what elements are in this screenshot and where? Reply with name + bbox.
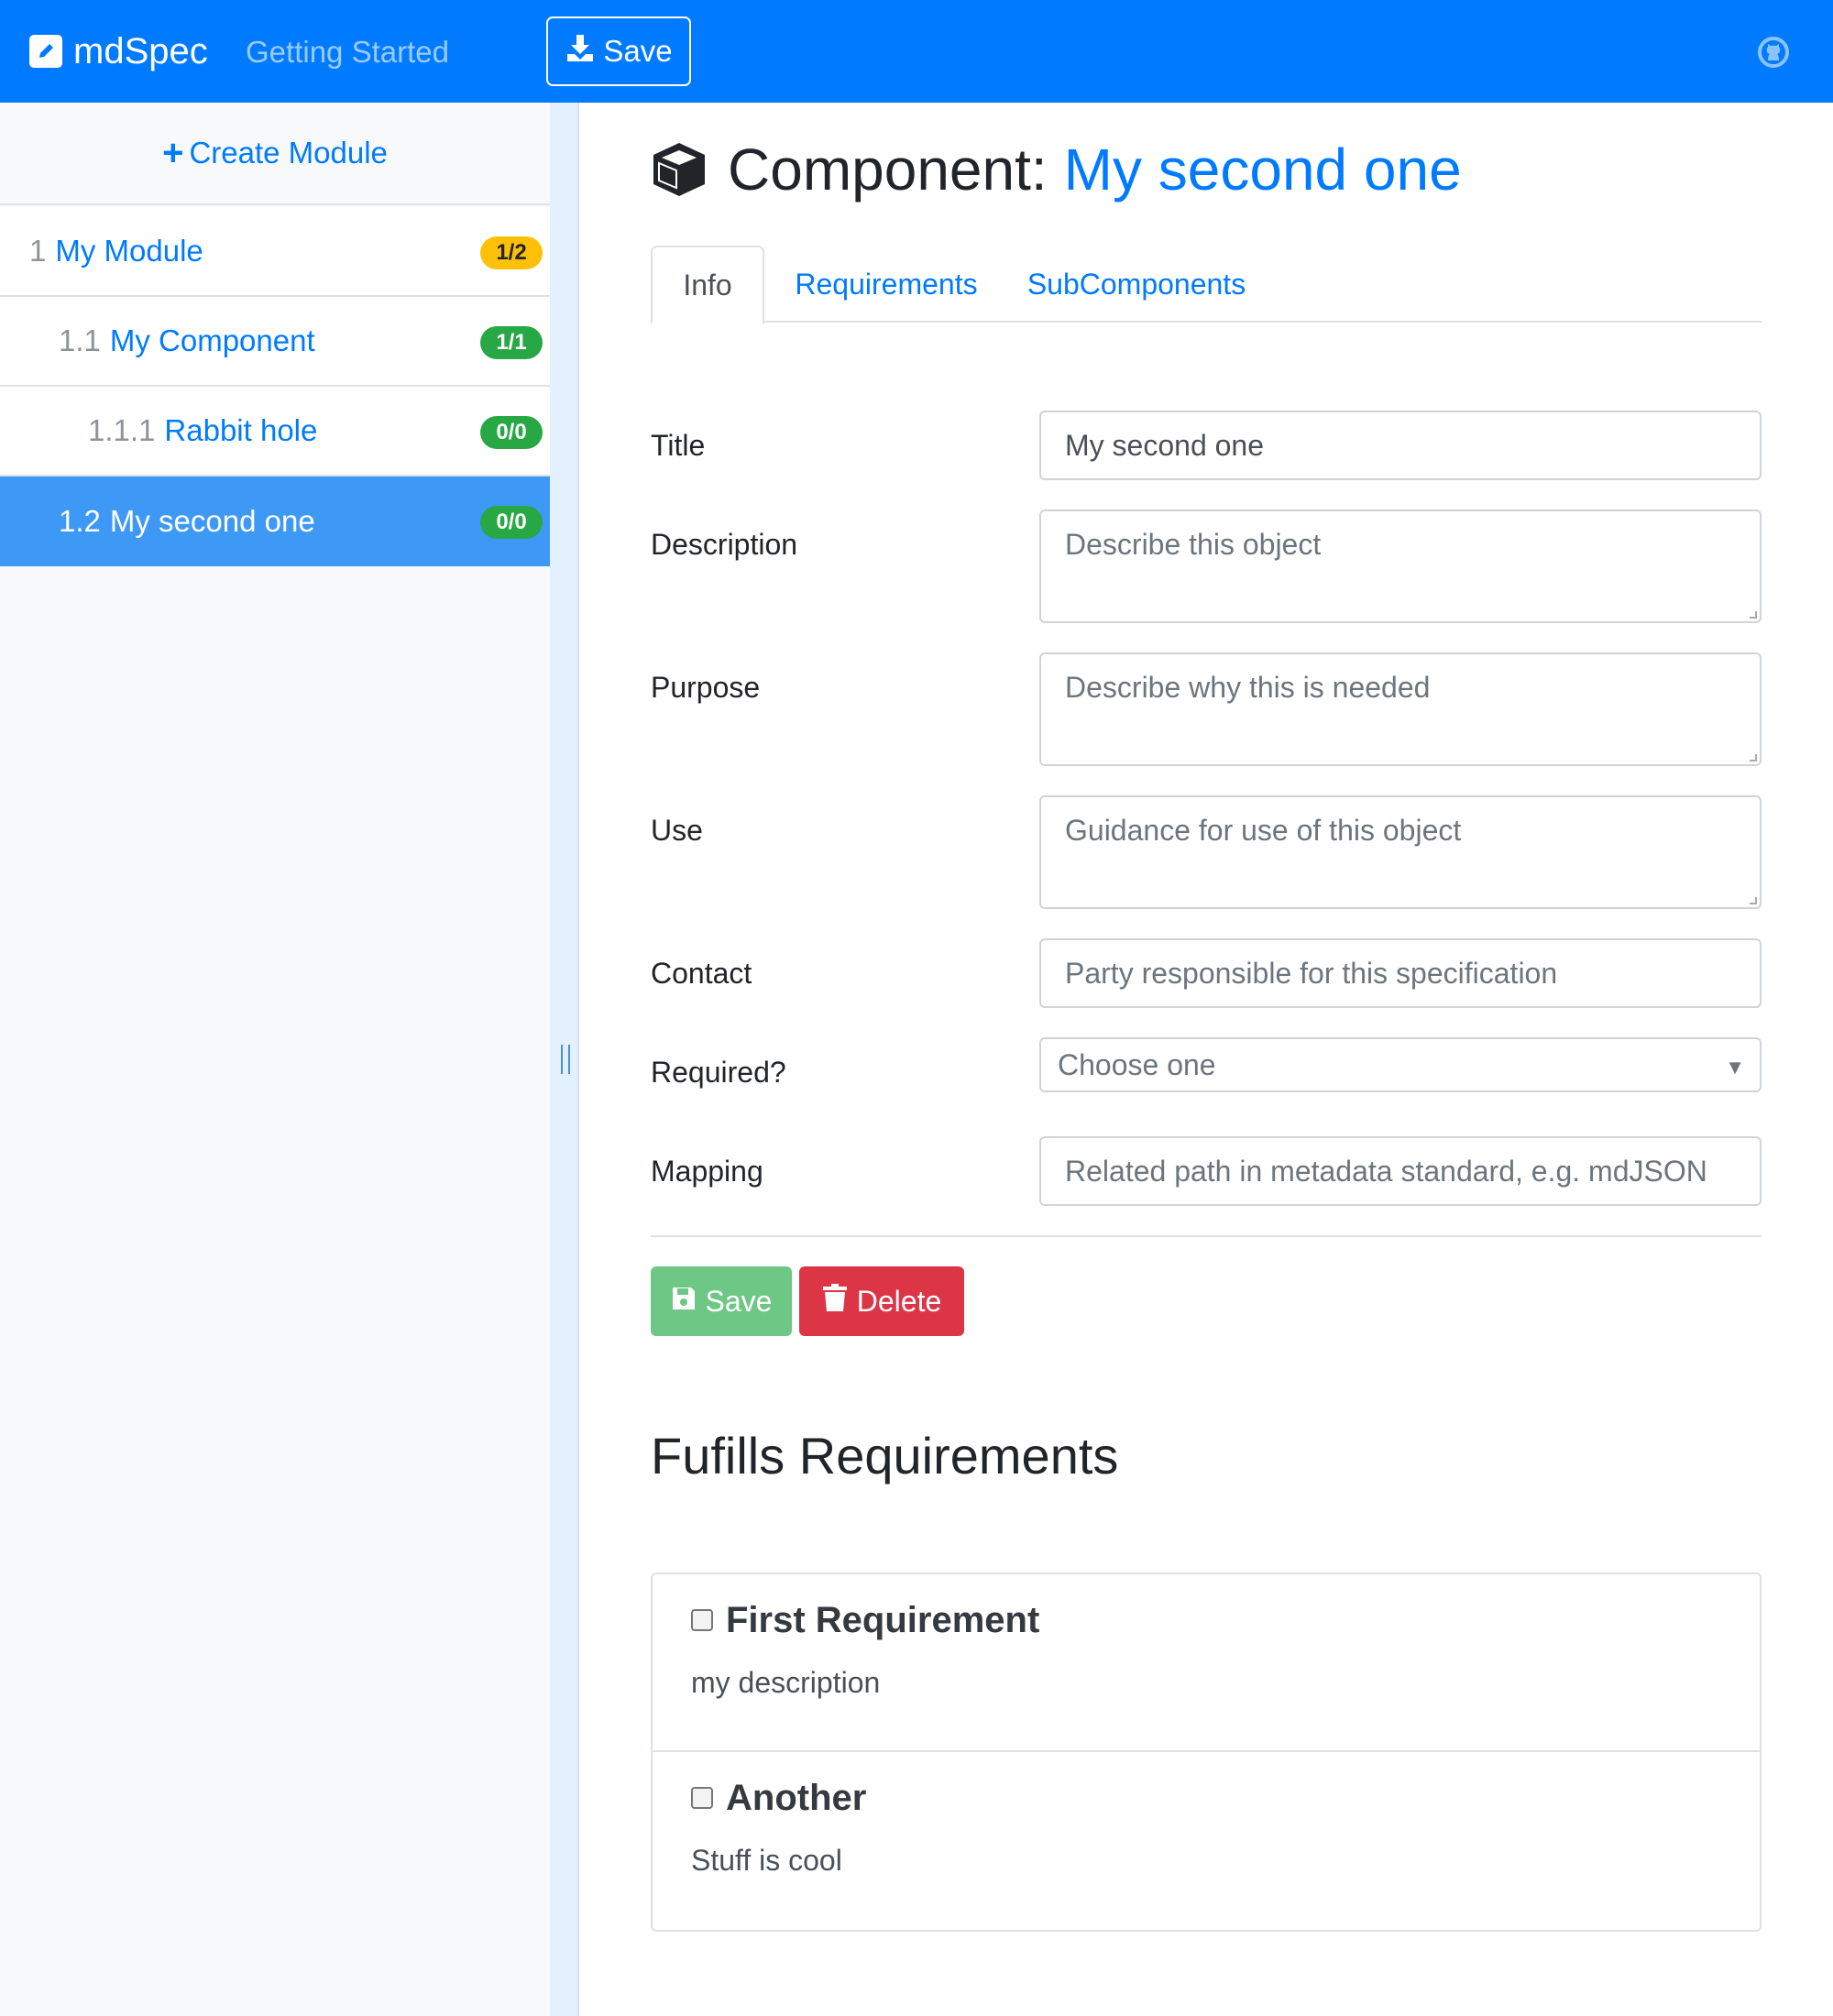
tree-item-number: 1 xyxy=(29,234,47,268)
contact-input[interactable]: Party responsible for this specification xyxy=(1039,938,1762,1008)
title-label: Title xyxy=(651,429,706,462)
tree-item-label: My Component xyxy=(109,323,315,357)
top-navbar: mdSpec Getting Started Save xyxy=(0,0,1833,103)
tab-subcomponents[interactable]: SubComponents xyxy=(1025,246,1248,323)
progress-badge: 0/0 xyxy=(480,506,543,539)
use-placeholder: Guidance for use of this object xyxy=(1065,814,1462,847)
save-button[interactable]: Save xyxy=(651,1266,792,1336)
top-save-button[interactable]: Save xyxy=(546,16,691,86)
tree-item-my-component[interactable]: 1.1 My Component 1/1 xyxy=(0,297,550,387)
pencil-square-icon xyxy=(29,35,62,68)
delete-button-label: Delete xyxy=(856,1284,942,1318)
sidebar: + Create Module 1 My Module 1/2 1.1 My C… xyxy=(0,103,550,2016)
save-button-label: Save xyxy=(705,1284,773,1318)
requirement-title: Another xyxy=(726,1778,867,1818)
nav-link-getting-started[interactable]: Getting Started xyxy=(246,35,449,70)
brand-name: mdSpec xyxy=(73,30,208,71)
progress-badge: 1/2 xyxy=(480,236,543,269)
tab-requirements[interactable]: Requirements xyxy=(785,246,988,323)
tree-item-number: 1.1 xyxy=(59,323,101,357)
floppy-disk-icon xyxy=(671,1285,697,1319)
download-icon xyxy=(565,32,596,71)
required-label: Required? xyxy=(651,1056,786,1089)
tree-item-label: My second one xyxy=(109,504,315,538)
tree-item-rabbit-hole[interactable]: 1.1.1 Rabbit hole 0/0 xyxy=(0,387,550,477)
contact-label: Contact xyxy=(651,957,752,990)
github-icon[interactable] xyxy=(1758,37,1789,68)
tree-item-label: Rabbit hole xyxy=(164,413,318,447)
caret-down-icon: ▼ xyxy=(1725,1056,1745,1079)
page-title-name: My second one xyxy=(1063,137,1462,203)
brand[interactable]: mdSpec xyxy=(29,26,208,77)
sidebar-resize-handle[interactable] xyxy=(550,103,579,2016)
grip-icon xyxy=(561,1045,570,1074)
page-title: Component: My second one xyxy=(649,128,1462,211)
tree-item-number: 1.1.1 xyxy=(88,413,156,447)
resize-grip-icon[interactable] xyxy=(1750,754,1757,761)
purpose-label: Purpose xyxy=(651,671,761,704)
create-module-label: Create Module xyxy=(189,136,388,170)
form-divider xyxy=(651,1235,1762,1237)
list-item: Another Stuff is cool xyxy=(653,1752,1760,1930)
progress-badge: 1/1 xyxy=(480,326,543,359)
title-input-value: My second one xyxy=(1065,428,1265,462)
requirements-heading: Fufills Requirements xyxy=(651,1427,1119,1485)
create-module-button[interactable]: + Create Module xyxy=(0,103,550,205)
tab-bar: Info Requirements SubComponents xyxy=(651,246,1762,324)
tree-item-label: My Module xyxy=(55,234,203,268)
delete-button[interactable]: Delete xyxy=(799,1266,964,1336)
requirement-description: my description xyxy=(691,1666,881,1699)
plus-icon: + xyxy=(162,132,184,173)
list-item: First Requirement my description xyxy=(653,1574,1760,1752)
use-textarea[interactable]: Guidance for use of this object xyxy=(1039,795,1762,909)
top-save-label: Save xyxy=(603,34,673,68)
requirement-title: First Requirement xyxy=(726,1600,1040,1640)
purpose-textarea[interactable]: Describe why this is needed xyxy=(1039,652,1762,766)
resize-grip-icon[interactable] xyxy=(1750,897,1757,904)
tree-item-my-second-one[interactable]: 1.2 My second one 0/0 xyxy=(0,477,550,566)
requirement-description: Stuff is cool xyxy=(691,1844,842,1877)
description-label: Description xyxy=(651,528,798,561)
mapping-placeholder: Related path in metadata standard, e.g. … xyxy=(1065,1154,1707,1188)
cube-icon xyxy=(649,139,709,200)
contact-placeholder: Party responsible for this specification xyxy=(1065,956,1558,990)
tree-item-number: 1.2 xyxy=(59,504,101,538)
use-label: Use xyxy=(651,814,703,847)
title-input[interactable]: My second one xyxy=(1039,411,1762,480)
description-placeholder: Describe this object xyxy=(1065,528,1322,561)
purpose-placeholder: Describe why this is needed xyxy=(1065,671,1431,704)
progress-badge: 0/0 xyxy=(480,416,543,449)
page-title-prefix: Component: xyxy=(728,137,1048,203)
description-textarea[interactable]: Describe this object xyxy=(1039,509,1762,623)
resize-grip-icon[interactable] xyxy=(1750,611,1757,619)
requirement-checkbox[interactable] xyxy=(691,1787,713,1809)
requirement-checkbox[interactable] xyxy=(691,1609,713,1631)
trash-icon xyxy=(822,1284,848,1319)
required-select[interactable]: Choose one ▼ xyxy=(1039,1037,1762,1092)
tab-info[interactable]: Info xyxy=(651,246,764,324)
requirements-list: First Requirement my description Another… xyxy=(651,1572,1762,1932)
required-selected-value: Choose one xyxy=(1058,1047,1216,1081)
mapping-input[interactable]: Related path in metadata standard, e.g. … xyxy=(1039,1136,1762,1206)
tree-item-my-module[interactable]: 1 My Module 1/2 xyxy=(0,207,550,297)
mapping-label: Mapping xyxy=(651,1155,763,1188)
